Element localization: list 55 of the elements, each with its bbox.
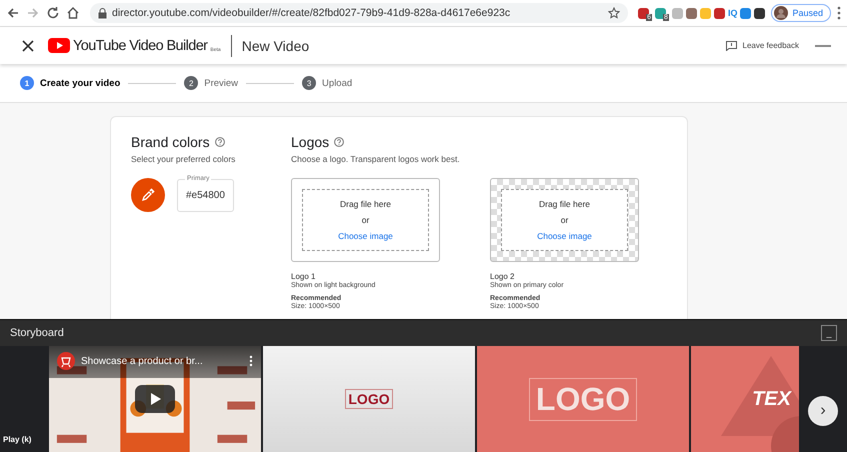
step-tab[interactable]: 3 Upload bbox=[302, 76, 352, 90]
profile-button[interactable]: Paused bbox=[771, 4, 831, 22]
address-bar[interactable]: director.youtube.com/videobuilder/#/create/82fbd027-79b9-41d9-828a-d4617e6e923c bbox=[90, 3, 628, 23]
feedback-button[interactable]: Leave feedback bbox=[724, 38, 801, 52]
reload-icon[interactable] bbox=[46, 6, 60, 20]
home-icon[interactable] bbox=[66, 6, 80, 20]
color-picker-button[interactable] bbox=[131, 178, 165, 212]
close-icon[interactable] bbox=[22, 40, 34, 52]
url-text: director.youtube.com/videobuilder/#/create/82fbd027-79b9-41d9-828a-d4617e6e923c bbox=[112, 7, 512, 19]
help-icon[interactable] bbox=[334, 137, 344, 147]
extension-icon[interactable] bbox=[754, 8, 766, 18]
youtube-logo-icon bbox=[48, 38, 70, 53]
section-subtitle: Select your preferred colors bbox=[131, 154, 236, 164]
next-button[interactable]: › bbox=[808, 396, 838, 426]
extension-icon[interactable]: IQ bbox=[728, 8, 738, 18]
drop-hint: or bbox=[560, 215, 568, 225]
extension-icon[interactable] bbox=[655, 8, 666, 18]
logo-placeholder: LOGO bbox=[345, 389, 393, 409]
extension-icon[interactable] bbox=[638, 8, 650, 18]
logo-placeholder: LOGO bbox=[528, 378, 638, 420]
drop-hint: or bbox=[362, 215, 370, 225]
choose-image-link[interactable]: Choose image bbox=[338, 231, 393, 241]
star-icon[interactable] bbox=[608, 7, 620, 19]
drop-hint: Drag file here bbox=[340, 199, 392, 209]
logo-name: Logo 1 bbox=[291, 272, 316, 281]
step-tab[interactable]: 2 Preview bbox=[184, 76, 238, 90]
lock-icon bbox=[98, 8, 107, 18]
avatar-icon bbox=[774, 6, 788, 20]
video-player[interactable]: Showcase a product or br... bbox=[49, 346, 261, 452]
storyboard-title: Storyboard bbox=[10, 327, 64, 339]
drop-zone[interactable]: Drag file here or Choose image bbox=[302, 189, 429, 251]
extension-icon[interactable] bbox=[714, 8, 725, 18]
section-subtitle: Choose a logo. Transparent logos work best. bbox=[291, 154, 461, 164]
more-icon[interactable] bbox=[249, 355, 253, 367]
more-icon[interactable] bbox=[837, 6, 841, 20]
storyboard-slide[interactable]: TEX bbox=[691, 346, 799, 452]
choose-image-link[interactable]: Choose image bbox=[537, 231, 592, 241]
feedback-icon bbox=[726, 40, 736, 50]
step-tab[interactable]: 1 Create your video bbox=[20, 76, 120, 90]
back-icon[interactable] bbox=[6, 6, 20, 20]
section-title: Logos bbox=[291, 134, 330, 150]
text-placeholder: TEX bbox=[752, 388, 793, 410]
channel-avatar-icon[interactable] bbox=[57, 352, 75, 370]
page-title: New Video bbox=[242, 38, 310, 54]
brand-name: YouTube Video Builder bbox=[73, 38, 208, 54]
play-button-icon[interactable] bbox=[135, 385, 175, 413]
help-icon[interactable] bbox=[214, 137, 225, 147]
triangle-shape-icon bbox=[721, 356, 799, 452]
drop-zone[interactable]: Drag file here or Choose image bbox=[501, 189, 628, 251]
minimize-button[interactable]: _ bbox=[821, 325, 837, 341]
play-shortcut-label: Play (k) bbox=[3, 435, 32, 444]
logo-name: Logo 2 bbox=[490, 272, 516, 281]
storyboard-slide[interactable]: LOGO bbox=[263, 346, 475, 452]
section-title: Brand colors bbox=[131, 134, 210, 150]
drop-hint: Drag file here bbox=[538, 199, 590, 209]
